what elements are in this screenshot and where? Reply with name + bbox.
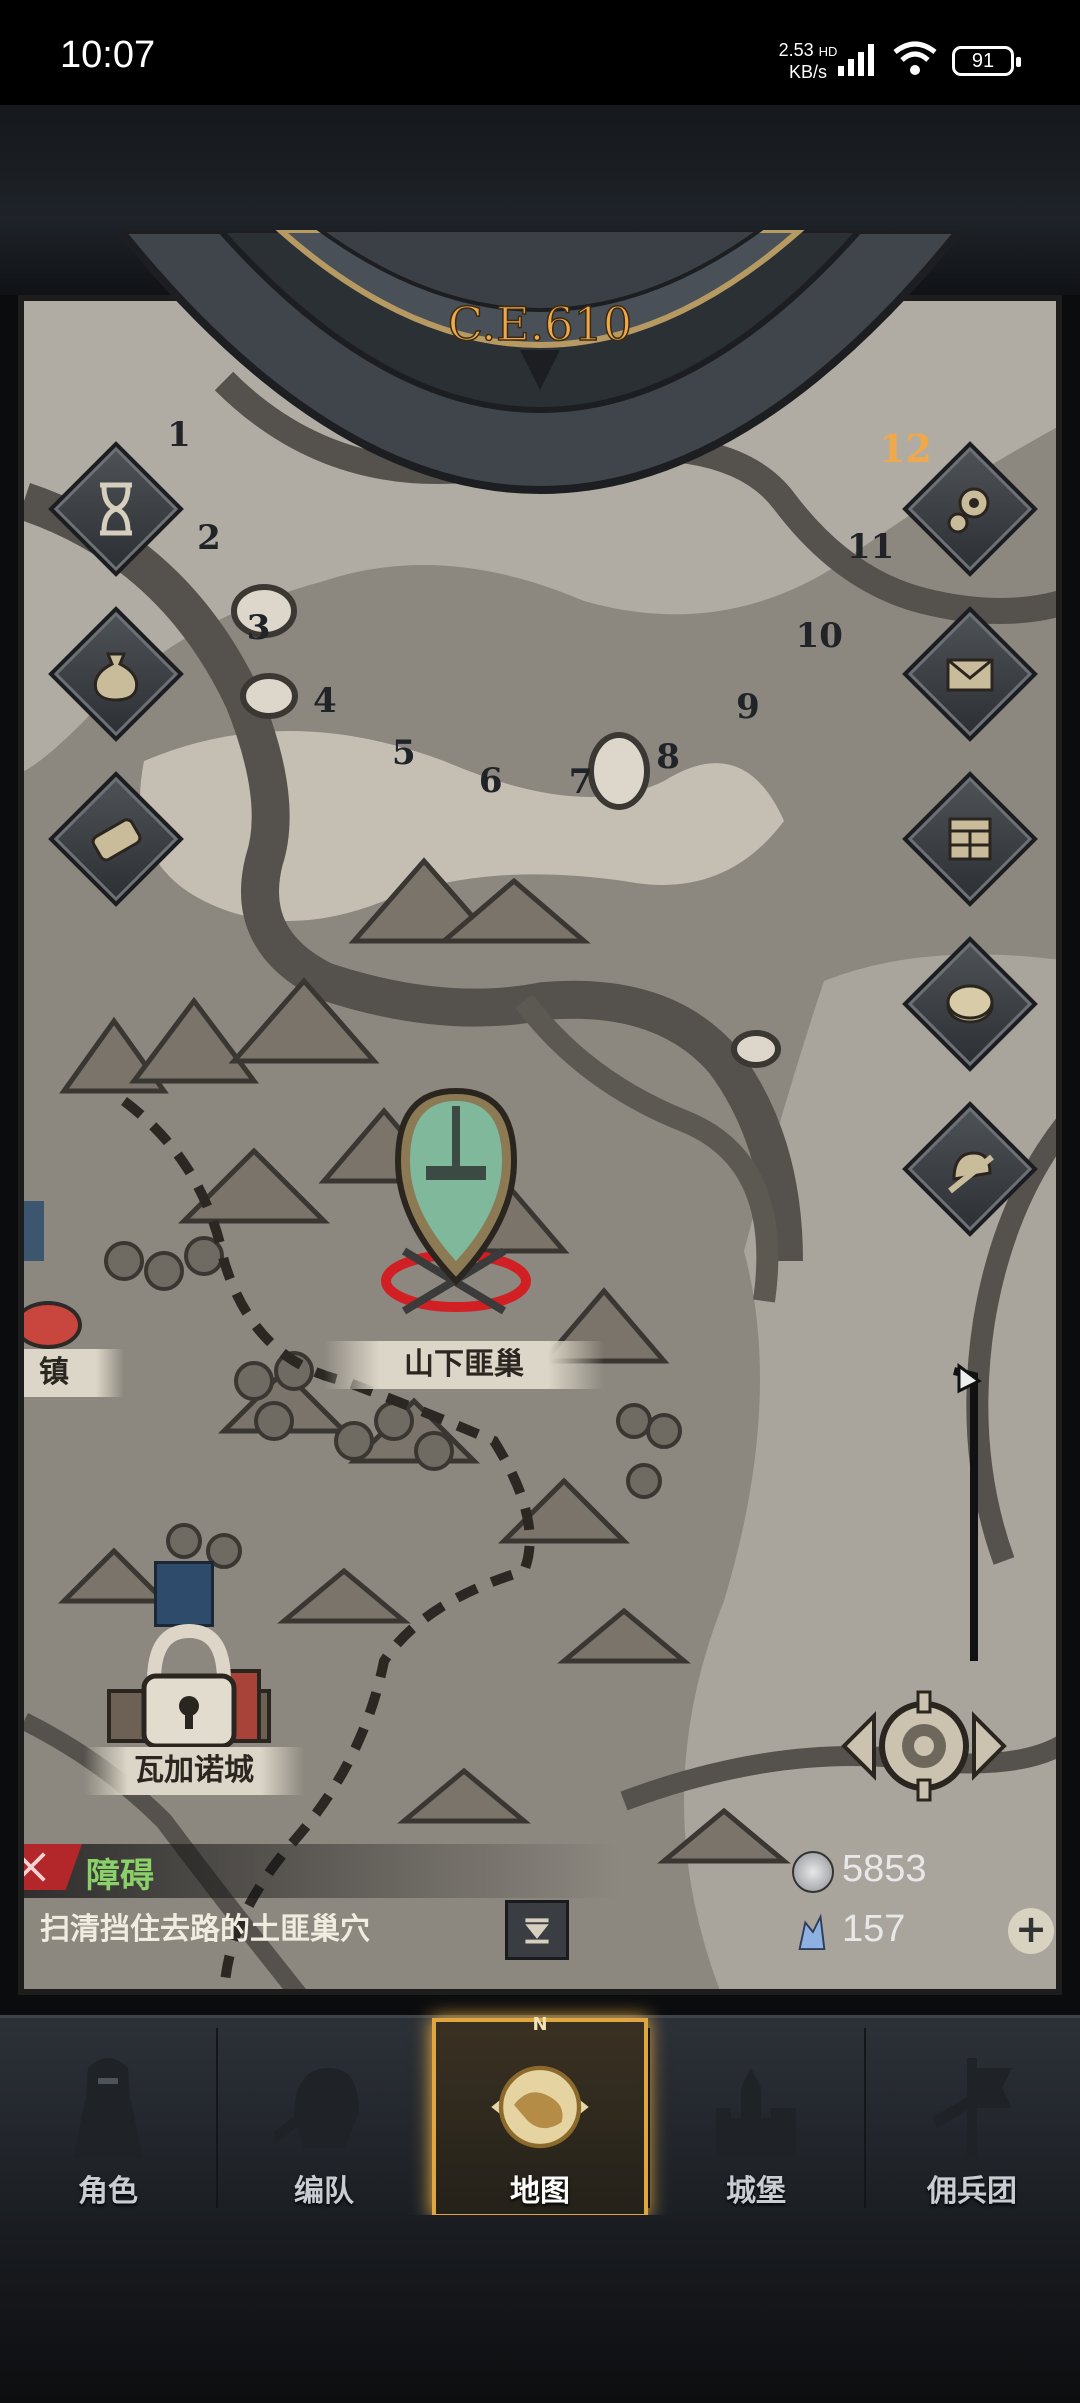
battery-indicator: 91 [952, 46, 1021, 76]
month-5: 5 [391, 733, 416, 774]
month-9: 9 [736, 687, 760, 728]
compass-north-label: N [532, 2014, 548, 2035]
location-label-town[interactable]: 镇 [24, 1349, 124, 1397]
month-12: 12 [879, 425, 932, 471]
money-bag-button[interactable] [48, 606, 184, 742]
mail-icon [946, 658, 994, 692]
coin-button[interactable] [902, 936, 1038, 1072]
banner-icon [932, 2058, 1012, 2158]
quest-description: 扫清挡住去路的土匪巢穴 [40, 1912, 370, 1947]
town-flag [24, 1201, 44, 1261]
quest-collapse-button[interactable] [505, 1900, 569, 1960]
lock-icon[interactable] [99, 1621, 279, 1761]
helmet-sword-icon [948, 1151, 994, 1194]
board-button[interactable] [902, 771, 1038, 907]
castle-icon [716, 2068, 796, 2158]
mercenary-button[interactable] [902, 1101, 1038, 1237]
month-2: 2 [197, 517, 221, 558]
year-label: C.E.610 [448, 297, 632, 351]
map-compass-icon [491, 2065, 589, 2149]
knight-icon [73, 2058, 143, 2158]
status-bar: 10:07 2.53 HD KB/s 91 [0, 0, 1080, 105]
collapse-icon [525, 1918, 549, 1944]
crystal-amount: 157 [842, 1908, 906, 1950]
mail-button[interactable] [902, 606, 1038, 742]
month-10: 10 [795, 615, 843, 656]
quest-title: 障碍 [86, 1856, 154, 1896]
scroll-button[interactable] [48, 771, 184, 907]
board-icon [948, 817, 992, 861]
location-label-locked-city[interactable]: 瓦加诺城 [84, 1747, 304, 1795]
city-banner [154, 1561, 214, 1627]
month-7: 7 [568, 761, 593, 802]
nav-item-map[interactable]: N 地图 [432, 2014, 648, 2218]
silver-amount: 5853 [842, 1848, 927, 1890]
month-11: 11 [846, 526, 895, 567]
add-currency-button[interactable]: + [1008, 1908, 1054, 1954]
bandit-lair-marker[interactable] [374, 1081, 544, 1341]
month-1: 1 [167, 415, 191, 456]
bottom-navigation: 角色 编队 N 地图 城堡 佣兵团 [0, 2014, 1080, 2218]
recenter-icon[interactable] [834, 1686, 1014, 1806]
money-bag-icon [93, 652, 139, 702]
signal-icon [838, 44, 874, 76]
nav-item-character[interactable]: 角色 [0, 2018, 216, 2218]
helmet-icon [274, 2068, 359, 2148]
wifi-icon [893, 41, 937, 75]
nav-item-formation[interactable]: 编队 [216, 2018, 432, 2218]
month-8: 8 [656, 736, 680, 777]
month-4: 4 [313, 681, 337, 722]
footer-band [0, 2215, 1080, 2403]
coin-icon [946, 984, 994, 1024]
nav-item-mercenaries[interactable]: 佣兵团 [864, 2018, 1080, 2218]
crossed-swords-icon [24, 1852, 46, 1882]
location-label-bandit-lair[interactable]: 山下匪巢 [324, 1341, 604, 1389]
nav-item-castle[interactable]: 城堡 [648, 2018, 864, 2218]
month-6: 6 [478, 760, 503, 801]
clock: 10:07 [60, 34, 156, 76]
scroll-icon [91, 818, 142, 862]
month-3: 3 [246, 607, 271, 648]
network-speed: 2.53 HD KB/s [778, 40, 838, 82]
silver-coin-icon [792, 1851, 834, 1893]
crystal-icon [798, 1913, 826, 1951]
